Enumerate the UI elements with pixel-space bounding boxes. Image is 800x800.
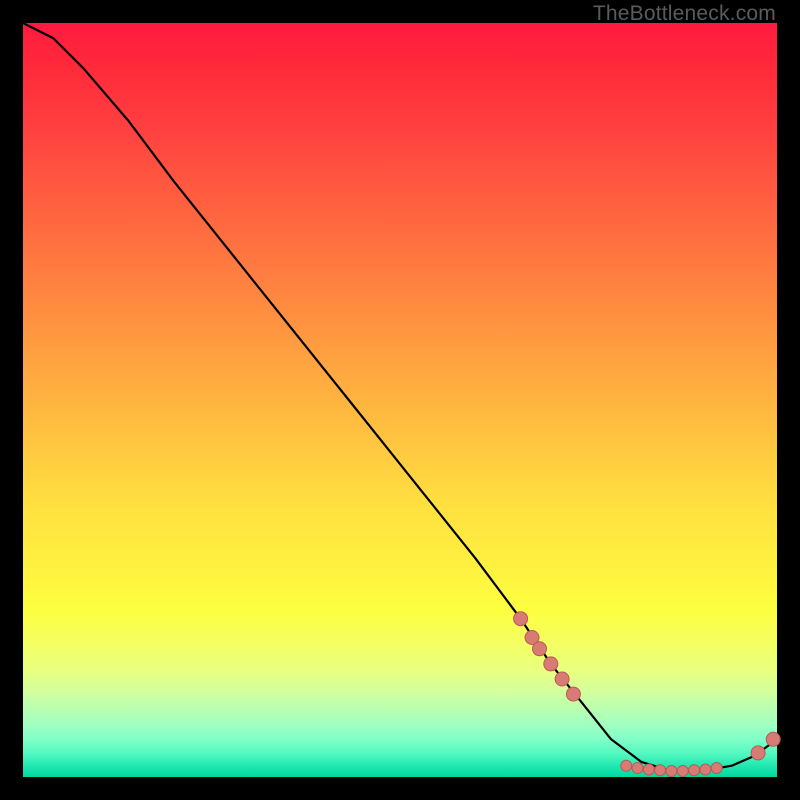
data-point [751,746,765,760]
data-point [689,765,700,776]
chart-svg [23,23,777,777]
main-curve [23,23,777,771]
data-point [555,672,569,686]
data-points-group [514,612,781,777]
data-point [643,764,654,775]
data-point [621,760,632,771]
data-point [766,732,780,746]
data-point [700,764,711,775]
data-point [632,763,643,774]
data-point [514,612,528,626]
data-point [711,763,722,774]
data-point [566,687,580,701]
data-point [544,657,558,671]
data-point [666,766,677,777]
data-point [655,765,666,776]
data-point [677,766,688,777]
data-point [533,642,547,656]
